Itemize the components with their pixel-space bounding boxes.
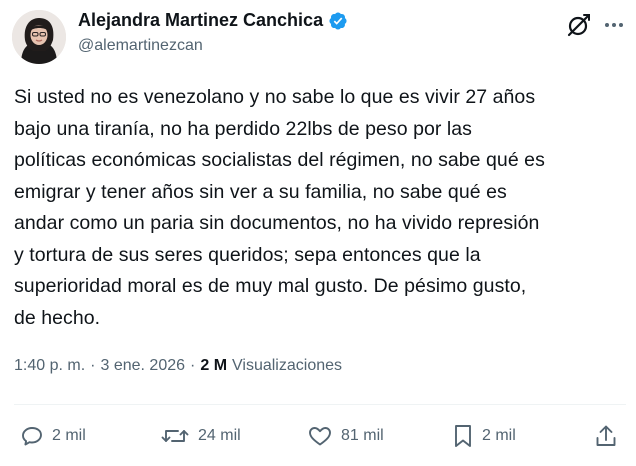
tweet-time[interactable]: 1:40 p. m. <box>14 357 85 375</box>
avatar[interactable] <box>12 10 66 64</box>
bookmark-button[interactable]: 2 mil <box>452 418 516 454</box>
bookmark-count: 2 mil <box>482 427 516 444</box>
author-handle[interactable]: @alemartinezcan <box>78 37 203 55</box>
verified-badge-icon[interactable] <box>328 11 348 31</box>
tweet-card: Alejandra Martinez Canchica @alemartinez… <box>0 0 636 466</box>
like-button[interactable]: 81 mil <box>307 418 384 454</box>
grok-icon[interactable] <box>566 12 592 38</box>
action-bar: 2 mil 24 mil 81 mil 2 mil <box>0 418 636 454</box>
divider <box>14 404 626 405</box>
reply-icon <box>22 427 42 446</box>
share-button[interactable] <box>594 418 618 454</box>
reply-button[interactable]: 2 mil <box>20 418 86 454</box>
views-label[interactable]: Visualizaciones <box>232 357 342 375</box>
tweet-date[interactable]: 3 ene. 2026 <box>100 357 185 375</box>
reply-count: 2 mil <box>52 427 86 444</box>
more-options-icon[interactable] <box>602 12 626 38</box>
repost-icon <box>161 430 189 442</box>
share-icon <box>596 425 616 446</box>
author-name-row: Alejandra Martinez Canchica <box>78 10 348 31</box>
bookmark-icon <box>455 425 471 447</box>
author-display-name[interactable]: Alejandra Martinez Canchica <box>78 10 323 31</box>
like-count: 81 mil <box>341 427 384 444</box>
views-count[interactable]: 2 M <box>200 357 227 375</box>
tweet-meta: 1:40 p. m. · 3 ene. 2026 · 2 M Visualiza… <box>14 357 342 375</box>
tweet-text: Si usted no es venezolano y no sabe lo q… <box>14 86 545 329</box>
repost-button[interactable]: 24 mil <box>160 418 241 454</box>
repost-count: 24 mil <box>198 427 241 444</box>
meta-separator: · <box>90 357 96 374</box>
meta-separator: · <box>190 357 196 374</box>
heart-icon <box>309 427 331 446</box>
